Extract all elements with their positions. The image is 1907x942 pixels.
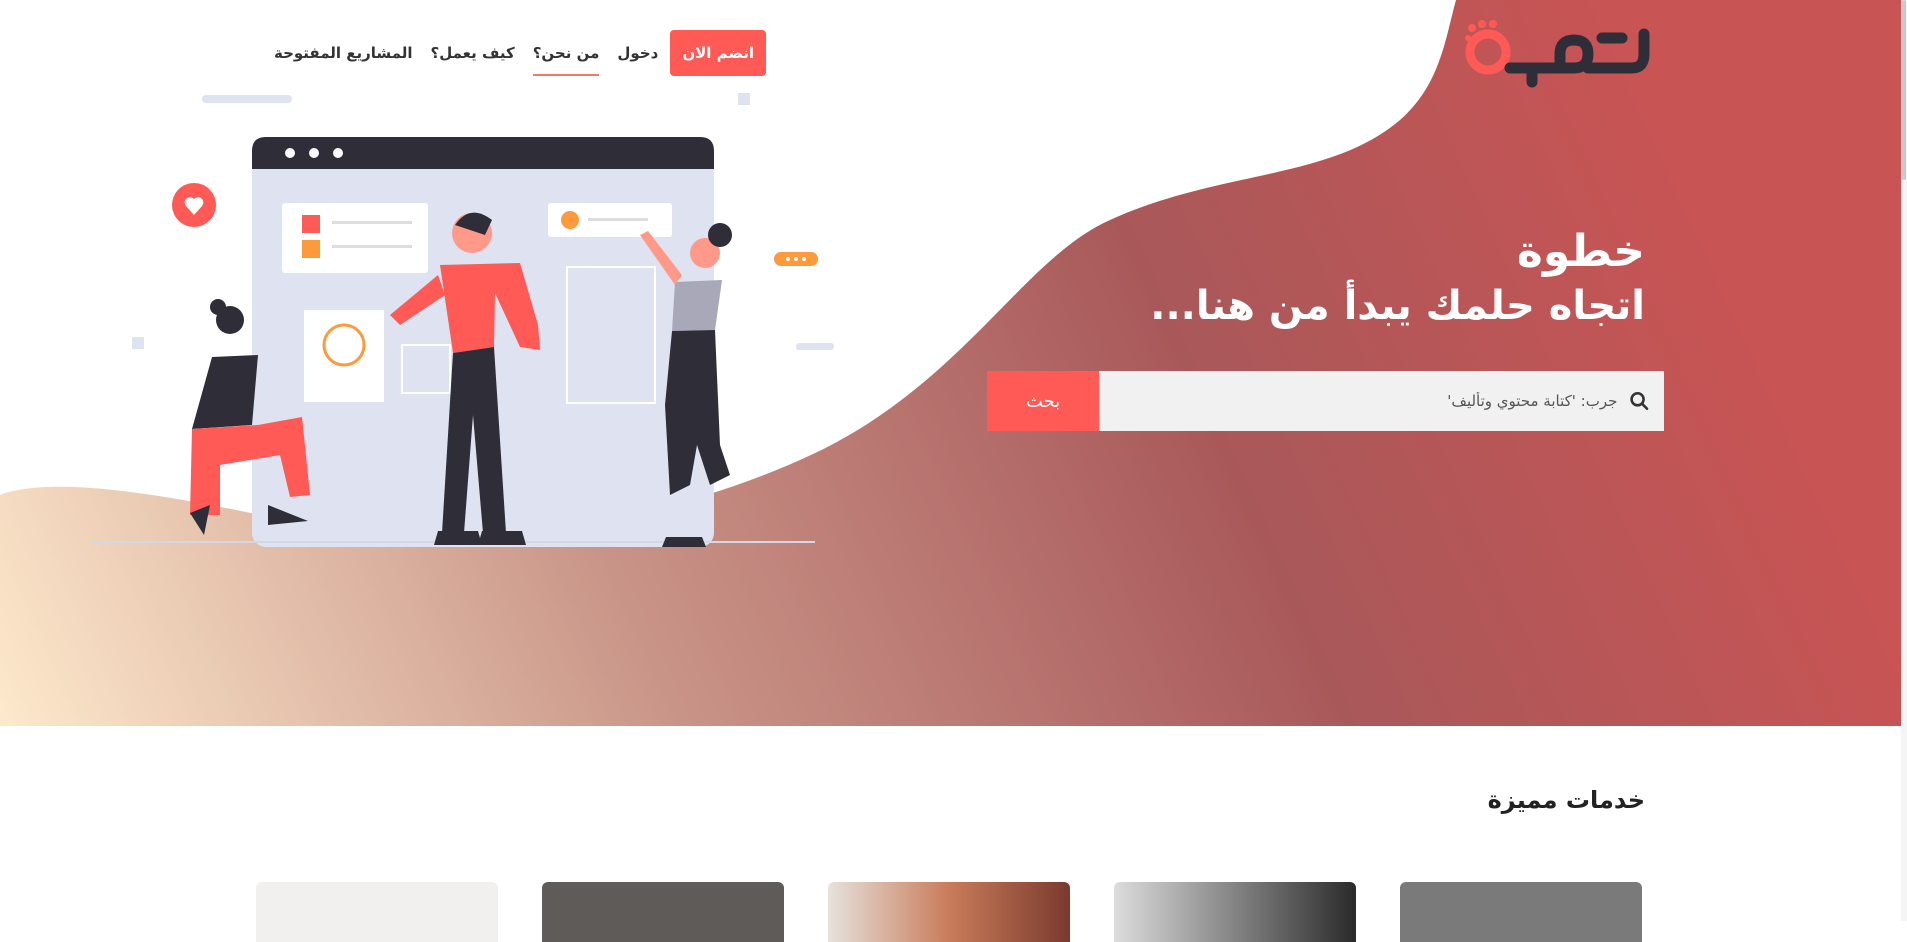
services-cards — [256, 882, 1642, 942]
scrollbar-thumb[interactable] — [1902, 0, 1906, 180]
service-card[interactable] — [828, 882, 1070, 942]
search-field[interactable] — [1099, 371, 1664, 431]
search-input[interactable] — [1099, 391, 1620, 411]
service-card[interactable] — [1114, 882, 1356, 942]
nav-open-projects[interactable]: المشاريع المفتوحة — [274, 44, 413, 62]
join-now-button[interactable]: انضم الان — [670, 30, 766, 76]
search-bar: بحث — [987, 371, 1664, 431]
hero-section: المشاريع المفتوحة كيف يعمل؟ من نحن؟ دخول… — [0, 0, 1907, 726]
search-icon — [1630, 391, 1649, 411]
service-card[interactable] — [1400, 882, 1642, 942]
service-card[interactable] — [256, 882, 498, 942]
hero-heading: خطوة اتجاه حلمك يبدأ من هنا... — [1150, 225, 1645, 333]
service-card[interactable] — [542, 882, 784, 942]
hero-subtitle: اتجاه حلمك يبدأ من هنا... — [1150, 283, 1645, 329]
nav-about-us[interactable]: من نحن؟ — [532, 44, 599, 76]
page-scrollbar[interactable] — [1901, 0, 1907, 921]
search-button[interactable]: بحث — [987, 371, 1099, 431]
khotwa-logo[interactable] — [1462, 18, 1652, 90]
hero-title: خطوة — [1516, 226, 1645, 277]
nav-how-it-works[interactable]: كيف يعمل؟ — [431, 44, 515, 62]
featured-services-title: خدمات مميزة — [1487, 786, 1645, 814]
team-illustration — [90, 93, 834, 547]
main-nav: المشاريع المفتوحة كيف يعمل؟ من نحن؟ دخول… — [256, 28, 766, 78]
nav-login[interactable]: دخول — [617, 44, 658, 62]
